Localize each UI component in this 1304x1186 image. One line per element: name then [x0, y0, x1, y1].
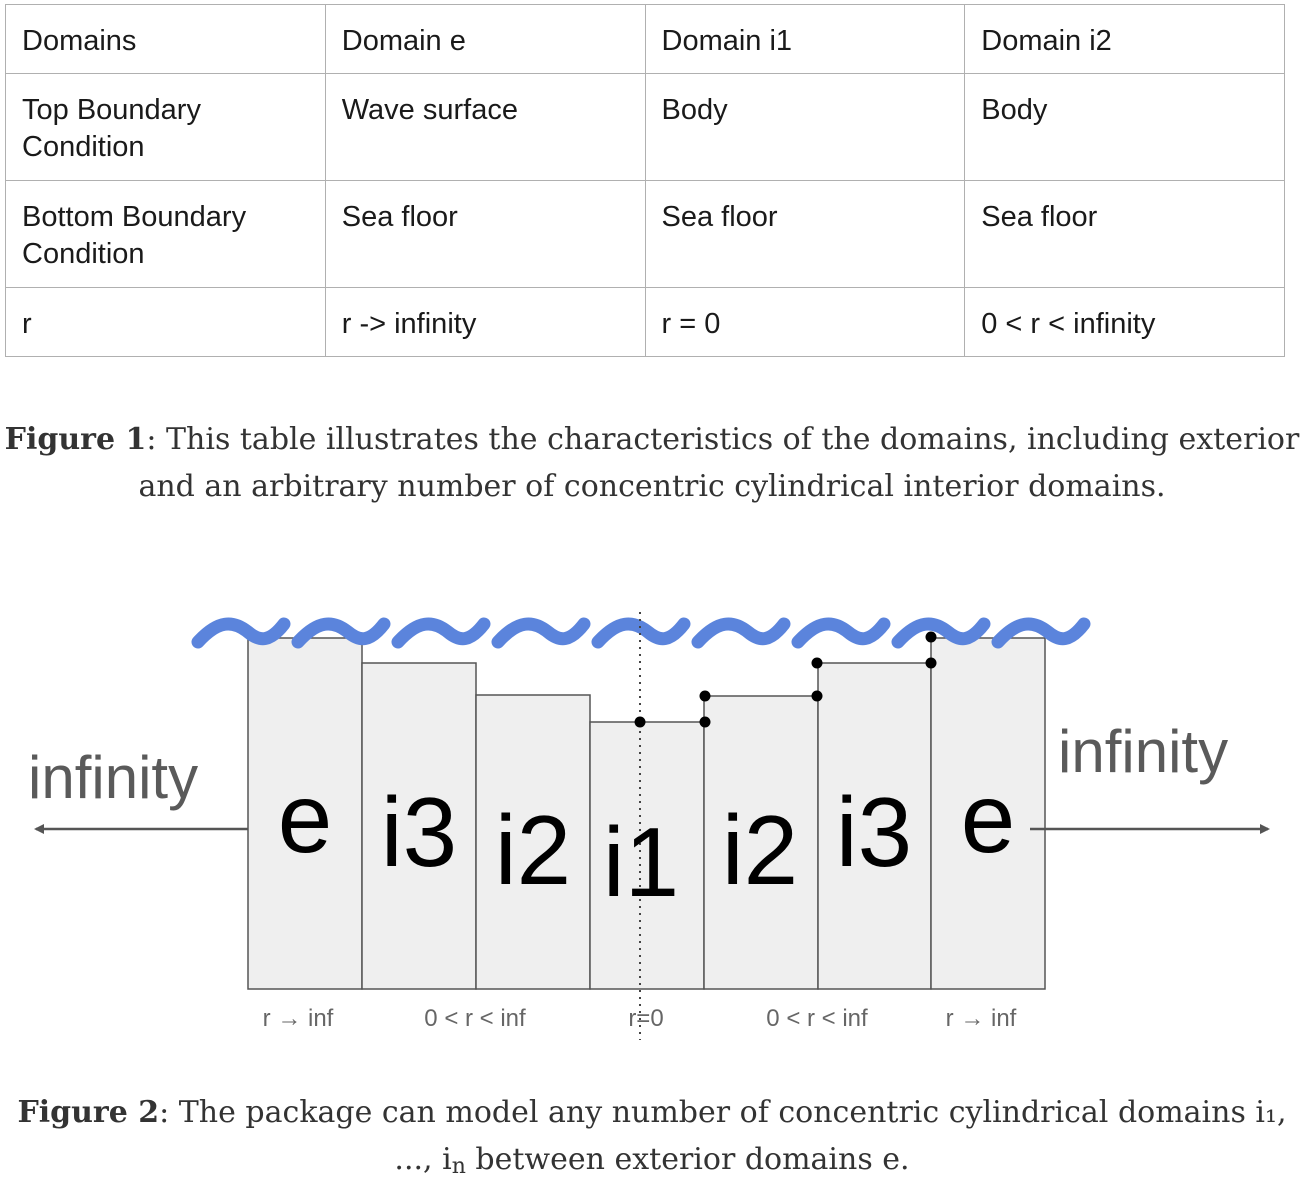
table-cell: r -> infinity	[324, 287, 646, 357]
domain-diagram: infinity infinity e i3 i2 i1 i2 i3 e r → inf 0 …	[28, 612, 1270, 1040]
r-label: 0 < r < inf	[424, 1005, 526, 1032]
table-row: Bottom Boundary Condition Sea floor Sea …	[5, 180, 1285, 288]
domain-label: i1	[603, 807, 679, 917]
table-cell: Domain e	[324, 4, 646, 74]
boundary-dot	[699, 716, 711, 728]
table-cell: Body	[964, 73, 1285, 181]
wave-icon	[691, 617, 791, 649]
r-label: r → inf	[263, 1005, 334, 1032]
wave-icon	[191, 617, 291, 649]
table-cell: Domains	[5, 4, 326, 74]
wave-icon	[491, 617, 591, 649]
table-cell: r	[5, 287, 326, 357]
table-cell: Domain i1	[644, 4, 966, 74]
r-label: 0 < r < inf	[766, 1005, 868, 1032]
r-label: r=0	[628, 1005, 663, 1032]
table-cell: Sea floor	[964, 180, 1285, 288]
table-cell: Bottom Boundary Condition	[5, 180, 326, 288]
table-row: r r -> infinity r = 0 0 < r < infinity	[5, 287, 1285, 357]
wave-icon	[791, 617, 891, 649]
table-cell: Domain i2	[964, 4, 1285, 74]
table-cell: Sea floor	[644, 180, 966, 288]
boundary-dot	[811, 690, 823, 702]
domain-label: i3	[381, 777, 457, 887]
domain-table: Domains Domain e Domain i1 Domain i2 Top…	[5, 4, 1285, 357]
figure-1-label: Figure 1	[4, 422, 147, 457]
table-cell: Top Boundary Condition	[5, 73, 326, 181]
wave-icon	[391, 617, 491, 649]
figure-2-label: Figure 2	[17, 1095, 160, 1130]
subscript-n: n	[451, 1154, 466, 1179]
boundary-dot	[925, 631, 937, 643]
figure-1-caption: Figure 1: This table illustrates the cha…	[0, 416, 1304, 510]
figure-2-text-end: between exterior domains e.	[465, 1142, 910, 1177]
domain-label: i3	[836, 777, 912, 887]
table-cell: Sea floor	[324, 180, 646, 288]
table-cell: Body	[644, 73, 966, 181]
boundary-dot	[811, 657, 823, 669]
domain-label: i2	[722, 795, 798, 905]
table-row: Domains Domain e Domain i1 Domain i2	[5, 4, 1285, 74]
right-infinity-label: infinity	[1058, 718, 1228, 785]
figure-1-text: : This table illustrates the characteris…	[138, 422, 1300, 504]
table-cell: r = 0	[644, 287, 966, 357]
figure-2-caption: Figure 2: The package can model any numb…	[0, 1089, 1304, 1186]
table-cell: Wave surface	[324, 73, 646, 181]
table-cell: 0 < r < infinity	[964, 287, 1285, 357]
boundary-dot	[634, 716, 646, 728]
table-row: Top Boundary Condition Wave surface Body…	[5, 73, 1285, 181]
domain-label: i2	[495, 795, 571, 905]
left-infinity-label: infinity	[28, 744, 198, 811]
r-label: r → inf	[946, 1005, 1017, 1032]
boundary-dot	[925, 657, 937, 669]
r-labels: r → inf 0 < r < inf r=0 0 < r < inf r → inf	[263, 1005, 1017, 1032]
boundary-dot	[699, 690, 711, 702]
domain-label: e	[961, 763, 1016, 873]
domain-label: e	[278, 763, 333, 873]
